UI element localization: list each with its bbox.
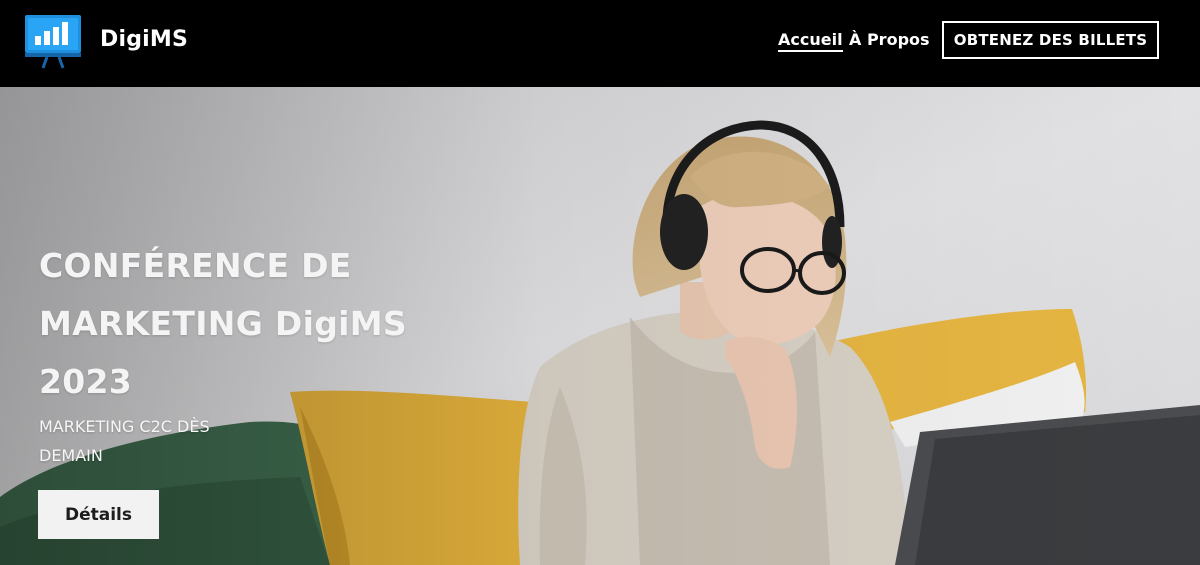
hero-title: CONFÉRENCE DE MARKETING DigiMS 2023 — [39, 237, 459, 411]
hero-section: CONFÉRENCE DE MARKETING DigiMS 2023 MARK… — [0, 87, 1200, 565]
get-tickets-button[interactable]: OBTENEZ DES BILLETS — [942, 21, 1159, 59]
header-bar: DigiMS Accueil À Propos OBTENEZ DES BILL… — [0, 0, 1200, 87]
presentation-board-icon — [25, 15, 81, 69]
hero-subtitle-line-2: DEMAIN — [39, 446, 103, 465]
brand-name[interactable]: DigiMS — [100, 27, 188, 52]
nav-accueil[interactable]: Accueil — [778, 30, 843, 52]
nav-a-propos[interactable]: À Propos — [849, 30, 930, 49]
hero-title-line-1: CONFÉRENCE DE — [39, 246, 352, 285]
hero-title-line-2: MARKETING DigiMS — [39, 304, 407, 343]
logo[interactable] — [25, 13, 81, 69]
hero-subtitle-line-1: MARKETING C2C DÈS — [39, 417, 210, 436]
hero-title-line-3: 2023 — [39, 362, 133, 401]
hero-subtitle: MARKETING C2C DÈS DEMAIN — [39, 412, 289, 470]
details-button[interactable]: Détails — [38, 490, 159, 539]
